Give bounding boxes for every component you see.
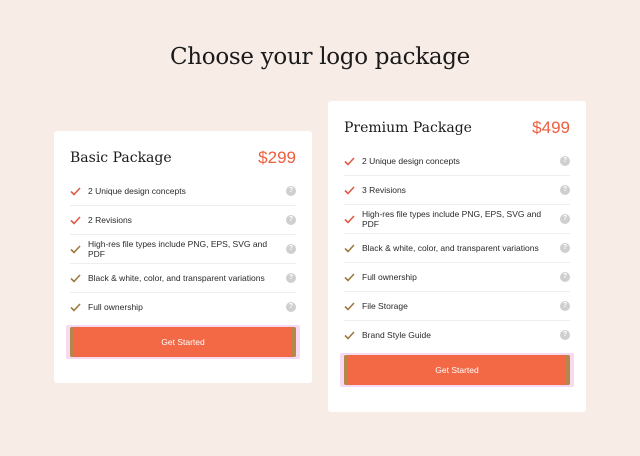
plan-name: Basic Package (70, 150, 172, 166)
question-mark-icon[interactable]: ? (286, 273, 296, 283)
checkmark-icon (70, 186, 88, 196)
feature-text: 3 Revisions (362, 185, 406, 195)
question-mark-icon[interactable]: ? (286, 215, 296, 225)
feature-item: 2 Unique design concepts ? (70, 177, 296, 206)
page-title: Choose your logo package (170, 44, 470, 70)
premium-package-card: Premium Package $499 2 Unique design con… (328, 101, 586, 412)
question-mark-icon[interactable]: ? (286, 244, 296, 254)
question-mark-icon[interactable]: ? (560, 156, 570, 166)
card-header: Premium Package $499 (344, 115, 570, 141)
question-mark-icon[interactable]: ? (560, 243, 570, 253)
feature-item: Full ownership ? (70, 293, 296, 321)
feature-text: Full ownership (362, 272, 417, 282)
basic-package-card: Basic Package $299 2 Unique design conce… (54, 131, 312, 383)
question-mark-icon[interactable]: ? (560, 301, 570, 311)
feature-item: High-res file types include PNG, EPS, SV… (344, 205, 570, 234)
checkmark-icon (344, 185, 362, 195)
feature-item: 2 Revisions ? (70, 206, 296, 235)
question-mark-icon[interactable]: ? (286, 186, 296, 196)
feature-list: 2 Unique design concepts ? 2 Revisions ?… (70, 177, 296, 321)
plan-name: Premium Package (344, 120, 472, 136)
checkmark-icon (344, 156, 362, 166)
checkmark-icon (344, 272, 362, 282)
checkmark-icon (70, 244, 88, 254)
checkmark-icon (344, 214, 362, 224)
feature-item: File Storage ? (344, 292, 570, 321)
feature-item: Black & white, color, and transparent va… (344, 234, 570, 263)
checkmark-icon (344, 330, 362, 340)
get-started-button[interactable]: Get Started (70, 327, 296, 357)
checkmark-icon (70, 273, 88, 283)
card-header: Basic Package $299 (70, 145, 296, 171)
cta-highlight: Get Started (66, 325, 300, 359)
feature-text: File Storage (362, 301, 408, 311)
get-started-button[interactable]: Get Started (344, 355, 570, 385)
feature-text: Black & white, color, and transparent va… (362, 243, 539, 253)
question-mark-icon[interactable]: ? (560, 330, 570, 340)
feature-item: Full ownership ? (344, 263, 570, 292)
feature-text: 2 Unique design concepts (362, 156, 460, 166)
checkmark-icon (344, 243, 362, 253)
plan-price: $499 (532, 118, 570, 137)
cta-highlight: Get Started (340, 353, 574, 387)
feature-item: Black & white, color, and transparent va… (70, 264, 296, 293)
feature-text: 2 Revisions (88, 215, 132, 225)
feature-item: 3 Revisions ? (344, 176, 570, 205)
question-mark-icon[interactable]: ? (560, 185, 570, 195)
feature-text: 2 Unique design concepts (88, 186, 186, 196)
question-mark-icon[interactable]: ? (560, 214, 570, 224)
feature-item: 2 Unique design concepts ? (344, 147, 570, 176)
checkmark-icon (70, 215, 88, 225)
feature-item: High-res file types include PNG, EPS, SV… (70, 235, 296, 264)
feature-text: Brand Style Guide (362, 330, 431, 340)
feature-text: High-res file types include PNG, EPS, SV… (362, 209, 542, 229)
plan-price: $299 (258, 148, 296, 167)
question-mark-icon[interactable]: ? (286, 302, 296, 312)
feature-list: 2 Unique design concepts ? 3 Revisions ?… (344, 147, 570, 349)
checkmark-icon (344, 301, 362, 311)
feature-item: Brand Style Guide ? (344, 321, 570, 349)
feature-text: Full ownership (88, 302, 143, 312)
question-mark-icon[interactable]: ? (560, 272, 570, 282)
feature-text: Black & white, color, and transparent va… (88, 273, 265, 283)
feature-text: High-res file types include PNG, EPS, SV… (88, 239, 268, 259)
checkmark-icon (70, 302, 88, 312)
